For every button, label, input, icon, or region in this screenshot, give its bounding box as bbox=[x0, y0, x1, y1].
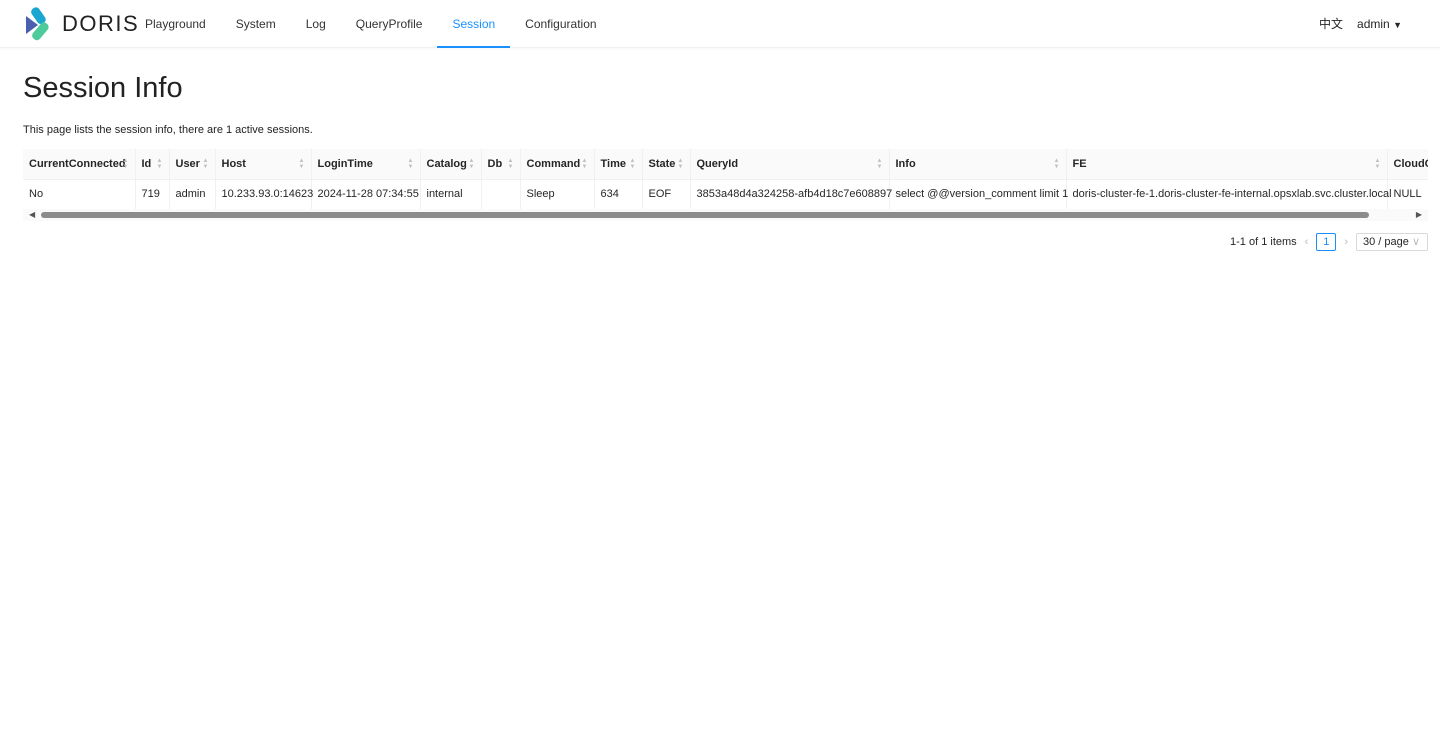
column-header-queryid[interactable]: QueryId ▲ ▼ bbox=[690, 149, 890, 180]
column-label: Db bbox=[487, 157, 503, 170]
column-header-catalog[interactable]: Catalog ▲ ▼ bbox=[420, 149, 482, 180]
column-header-info[interactable]: Info ▲ ▼ bbox=[889, 149, 1067, 180]
cell-cloudcluster: NULL bbox=[1387, 179, 1428, 210]
logo[interactable]: DORIS bbox=[26, 7, 139, 41]
page-size-value: 30 / page bbox=[1363, 236, 1409, 248]
cell-fe: doris-cluster-fe-1.doris-cluster-fe-inte… bbox=[1066, 179, 1392, 210]
pagination-summary: 1-1 of 1 items bbox=[1230, 236, 1297, 248]
nav-session[interactable]: Session bbox=[437, 0, 511, 48]
column-label: FE bbox=[1072, 157, 1087, 170]
sort-icon[interactable]: ▲ ▼ bbox=[469, 158, 475, 170]
column-header-logintime[interactable]: LoginTime ▲ ▼ bbox=[311, 149, 421, 180]
table-row: No 719 admin 10.233.93.0:14623 2024-11-28 07… bbox=[23, 179, 1428, 210]
cell-currentconnected: No bbox=[23, 179, 136, 210]
cell-user: admin bbox=[169, 179, 216, 210]
page-size-select[interactable]: 30 / page ∨ bbox=[1356, 233, 1428, 251]
cell-info: select @@version_comment limit 1 bbox=[889, 179, 1068, 210]
next-page-icon[interactable]: › bbox=[1344, 236, 1348, 248]
column-label: LoginTime bbox=[317, 157, 373, 170]
nav-playground[interactable]: Playground bbox=[130, 0, 221, 48]
user-name: admin bbox=[1357, 17, 1390, 31]
cell-catalog: internal bbox=[420, 179, 482, 210]
column-label: User bbox=[175, 157, 200, 170]
sort-icon[interactable]: ▲ ▼ bbox=[408, 158, 414, 170]
horizontal-scrollbar[interactable]: ◀ ▶ bbox=[23, 209, 1428, 221]
pagination: 1-1 of 1 items ‹ 1 › 30 / page ∨ bbox=[1230, 233, 1428, 251]
column-label: Host bbox=[221, 157, 246, 170]
cell-logintime: 2024-11-28 07:34:55 bbox=[311, 179, 421, 210]
sort-icon[interactable]: ▲ ▼ bbox=[678, 158, 684, 170]
cell-command: Sleep bbox=[520, 179, 595, 210]
nav-log[interactable]: Log bbox=[291, 0, 341, 48]
column-header-host[interactable]: Host ▲ ▼ bbox=[215, 149, 312, 180]
cell-id: 719 bbox=[135, 179, 170, 210]
sort-icon[interactable]: ▲ ▼ bbox=[157, 158, 163, 170]
cell-db bbox=[481, 179, 521, 210]
doris-logo-icon bbox=[26, 7, 49, 41]
sort-icon[interactable]: ▲ ▼ bbox=[877, 158, 883, 170]
page-description: This page lists the session info, there … bbox=[23, 124, 313, 136]
cell-time: 634 bbox=[594, 179, 643, 210]
column-header-user[interactable]: User ▲ ▼ bbox=[169, 149, 216, 180]
column-label: CloudCluster bbox=[1393, 157, 1429, 170]
brand-name: DORIS bbox=[62, 11, 140, 36]
column-label: Time bbox=[600, 157, 626, 170]
column-label: State bbox=[648, 157, 676, 170]
user-menu[interactable]: admin ▼ bbox=[1357, 0, 1402, 49]
scroll-right-icon[interactable]: ▶ bbox=[1416, 210, 1422, 219]
prev-page-icon[interactable]: ‹ bbox=[1305, 236, 1309, 248]
sort-icon[interactable]: ▲ ▼ bbox=[203, 158, 209, 170]
chevron-down-icon: ∨ bbox=[1411, 236, 1420, 248]
caret-down-icon: ▼ bbox=[1393, 20, 1402, 30]
column-header-id[interactable]: Id ▲ ▼ bbox=[135, 149, 170, 180]
column-label: Info bbox=[895, 157, 916, 170]
sort-icon[interactable]: ▲ ▼ bbox=[123, 158, 129, 170]
column-header-currentconnected[interactable]: CurrentConnected ▲ ▼ bbox=[23, 149, 136, 180]
nav-queryprofile[interactable]: QueryProfile bbox=[341, 0, 438, 48]
column-header-cloudcluster[interactable]: CloudCluster▲▼ bbox=[1387, 149, 1429, 180]
column-header-fe[interactable]: FE ▲ ▼ bbox=[1066, 149, 1388, 180]
sort-icon[interactable]: ▲ ▼ bbox=[299, 158, 305, 170]
sort-icon[interactable]: ▲ ▼ bbox=[508, 158, 514, 170]
column-label: CurrentConnected bbox=[29, 157, 126, 170]
cell-state: EOF bbox=[642, 179, 691, 210]
page-1-button[interactable]: 1 bbox=[1316, 233, 1337, 251]
scroll-left-icon[interactable]: ◀ bbox=[29, 210, 35, 219]
column-header-db[interactable]: Db ▲ ▼ bbox=[481, 149, 521, 180]
column-header-state[interactable]: State ▲ ▼ bbox=[642, 149, 691, 180]
scrollbar-thumb[interactable] bbox=[41, 212, 1369, 218]
sort-icon[interactable]: ▲ ▼ bbox=[1375, 158, 1381, 170]
column-header-time[interactable]: Time ▲ ▼ bbox=[594, 149, 643, 180]
nav-system[interactable]: System bbox=[221, 0, 291, 48]
column-label: QueryId bbox=[696, 157, 739, 170]
sort-icon[interactable]: ▲ ▼ bbox=[582, 158, 588, 170]
column-header-command[interactable]: Command ▲ ▼ bbox=[520, 149, 595, 180]
page-title: Session Info bbox=[23, 72, 183, 104]
column-label: Command bbox=[526, 157, 581, 170]
column-label: Catalog bbox=[426, 157, 467, 170]
top-nav: DORIS Playground System Log QueryProfile Ses… bbox=[0, 0, 1440, 48]
sort-icon[interactable]: ▲ ▼ bbox=[1054, 158, 1060, 170]
nav-configuration[interactable]: Configuration bbox=[510, 0, 611, 48]
column-label: Id bbox=[141, 157, 152, 170]
cell-queryid: 3853a48d4a324258-afb4d18c7e608897 bbox=[690, 179, 892, 210]
sort-icon[interactable]: ▲ ▼ bbox=[630, 158, 636, 170]
cell-host: 10.233.93.0:14623 bbox=[215, 179, 313, 210]
language-switch[interactable]: 中文 bbox=[1319, 0, 1343, 49]
